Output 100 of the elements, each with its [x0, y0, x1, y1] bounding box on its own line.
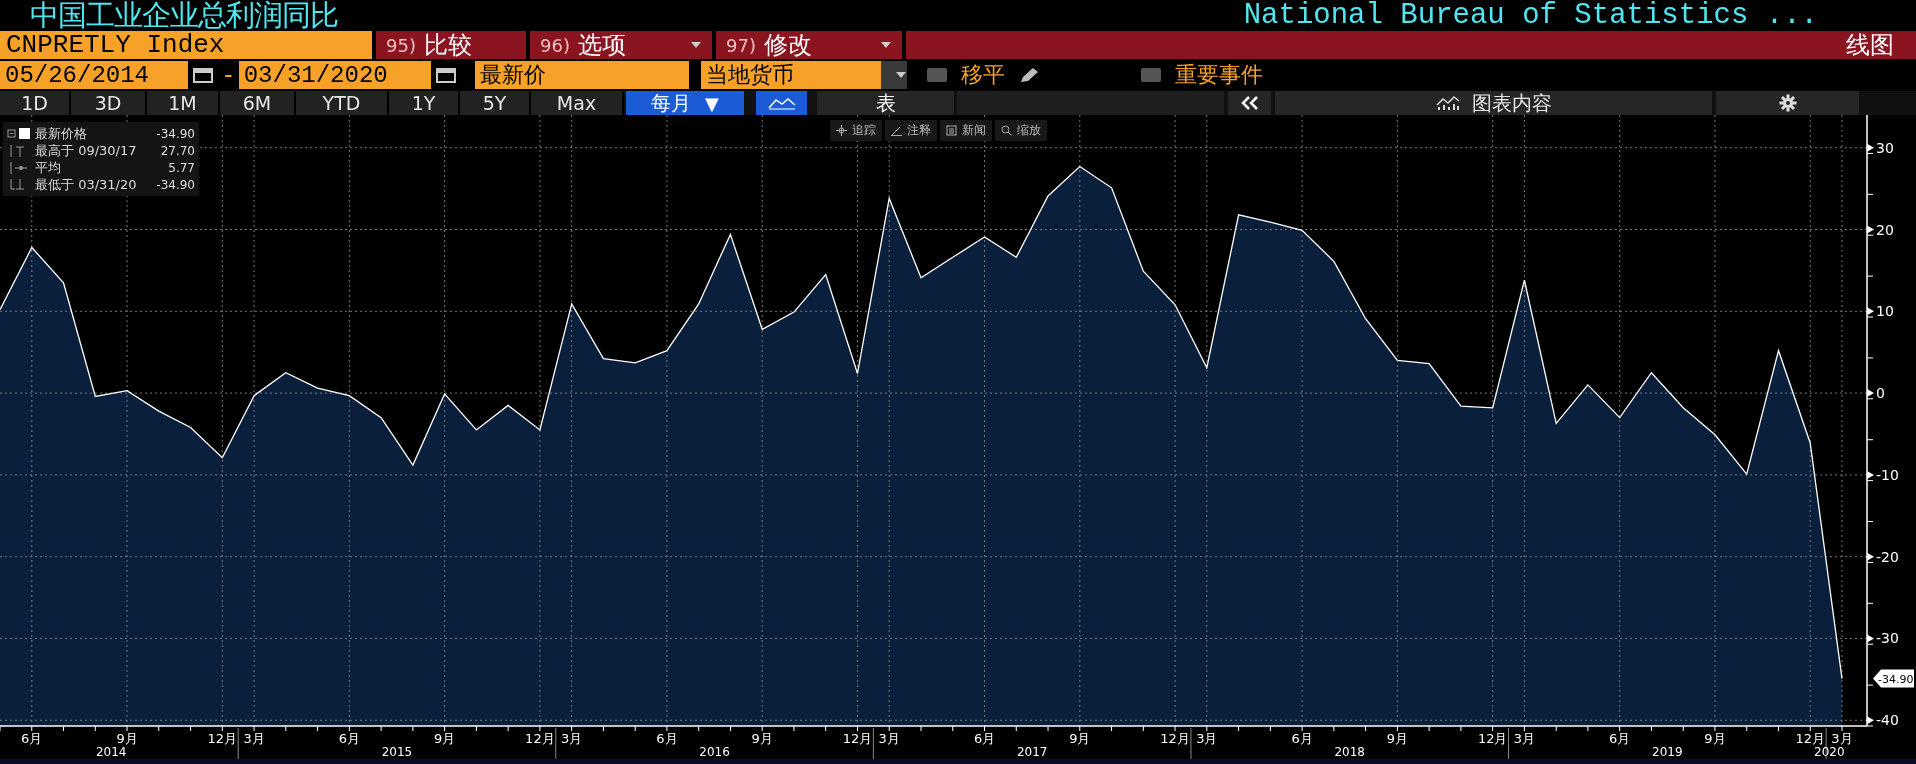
- option-label: 移平: [960, 61, 1005, 89]
- legend-value: -34.90: [156, 126, 195, 141]
- settings-button[interactable]: [1716, 91, 1859, 115]
- year-label: 2020: [1814, 745, 1845, 759]
- range-tab[interactable]: 5Y: [460, 91, 531, 115]
- chart-icon: [1435, 95, 1460, 111]
- current-value-badge: -34.90: [1873, 669, 1914, 688]
- legend-value: 5.77: [168, 160, 195, 175]
- x-tick-label: 9月: [116, 731, 138, 746]
- line-chart-button[interactable]: [756, 91, 807, 115]
- y-tick-label: 0: [1876, 385, 1885, 402]
- year-label: 2015: [381, 745, 413, 759]
- source-label: National Bureau of Statistics ...: [1243, 0, 1818, 32]
- y-tick-label: 10: [1867, 303, 1894, 320]
- currency-field[interactable]: 当地货币: [700, 61, 881, 89]
- x-tick-label: 3月: [1831, 731, 1853, 746]
- range-tab[interactable]: 3D: [71, 91, 147, 115]
- y-tick-label: 30: [1867, 139, 1894, 156]
- caret-icon: [894, 71, 907, 79]
- collapse-button[interactable]: [1228, 91, 1271, 115]
- ticker-field[interactable]: CNPRETLY Index: [0, 31, 372, 59]
- legend-value: -34.90: [156, 177, 195, 192]
- period-dropdown[interactable]: 每月 ▼: [626, 91, 744, 115]
- x-tick-label: 12月: [1477, 731, 1508, 746]
- legend-label: 平均: [35, 158, 61, 177]
- range-tab[interactable]: 1D: [0, 91, 71, 115]
- chart-contents-button[interactable]: 图表内容: [1275, 91, 1712, 115]
- checkbox[interactable]: [926, 68, 947, 82]
- x-tick-label: 3月: [1513, 731, 1536, 746]
- menu-button[interactable]: 97) 修改: [716, 31, 902, 59]
- x-tick-label: 9月: [434, 731, 456, 746]
- chart-tool-button[interactable]: 追踪: [830, 120, 882, 141]
- year-label: 2018: [1334, 745, 1365, 759]
- y-tick-label: 20: [1867, 221, 1894, 238]
- x-tick-label: 6月: [656, 731, 678, 746]
- double-chevron-icon: [1239, 96, 1260, 110]
- x-tick-label: 6月: [973, 731, 996, 746]
- x-tick-label: 12月: [1795, 731, 1825, 746]
- menu-button[interactable]: 95) 比较: [376, 31, 526, 59]
- y-tick-label: 10: [1876, 303, 1894, 320]
- chart-tool-button[interactable]: 缩放: [995, 120, 1047, 141]
- y-tick-label: -10: [1867, 466, 1899, 483]
- year-label: 2017: [1016, 745, 1048, 759]
- x-tick-label: 3月: [878, 731, 900, 746]
- caret-icon: [690, 41, 702, 49]
- x-tick-label: 6月: [1291, 731, 1313, 746]
- line-chart-icon: [767, 96, 796, 110]
- x-tick-label: 9月: [751, 731, 773, 746]
- range-tab[interactable]: YTD: [296, 91, 389, 115]
- currency-dropdown[interactable]: [880, 61, 907, 89]
- y-tick-label: 20: [1876, 221, 1894, 238]
- x-tick-label: 6月: [1609, 731, 1631, 746]
- price-field[interactable]: 最新价: [474, 61, 689, 89]
- chart-tool-button[interactable]: 注释: [885, 120, 937, 141]
- series-swatch-icon: [7, 127, 31, 140]
- x-tick-label: 12月: [525, 731, 555, 746]
- calendar-icon[interactable]: [434, 66, 457, 84]
- news-icon: [946, 125, 957, 136]
- table-button[interactable]: 表: [817, 91, 954, 115]
- x-tick-label: 9月: [1704, 731, 1726, 746]
- range-tab[interactable]: 1M: [147, 91, 220, 115]
- y-tick-label: -40: [1876, 712, 1899, 729]
- year-label: 2016: [699, 745, 730, 759]
- date-separator: -: [223, 61, 234, 89]
- y-tick-label: -10: [1876, 466, 1899, 483]
- x-tick-label: 9月: [1069, 731, 1091, 746]
- x-tick-label: 6月: [21, 731, 43, 746]
- calendar-icon[interactable]: [192, 66, 214, 84]
- end-date-field[interactable]: 03/31/2020: [238, 61, 431, 89]
- menu-button[interactable]: 96) 选项: [530, 31, 712, 59]
- year-label: 2019: [1652, 745, 1683, 759]
- range-tab[interactable]: Max: [531, 91, 624, 115]
- x-tick-label: 3月: [1196, 731, 1218, 746]
- x-tick-label: 6月: [338, 731, 360, 746]
- y-tick-label: -20: [1867, 548, 1899, 565]
- y-tick-label: -30: [1867, 630, 1899, 647]
- x-tick-label: 12月: [842, 731, 873, 746]
- range-tab[interactable]: 1Y: [389, 91, 460, 115]
- x-tick-label: 3月: [561, 731, 583, 746]
- y-tick-label: -20: [1876, 548, 1899, 565]
- chart-tool-button[interactable]: 新闻: [940, 120, 992, 141]
- x-tick-label: 12月: [207, 731, 238, 746]
- legend-label: 最新价格: [35, 124, 87, 143]
- x-tick-label: 3月: [243, 731, 265, 746]
- y-tick-label: 0: [1867, 385, 1885, 402]
- legend-value: 27.70: [160, 143, 195, 158]
- y-tick-label: -30: [1876, 630, 1899, 647]
- search-icon: [1001, 125, 1012, 136]
- start-date-field[interactable]: 05/26/2014: [0, 61, 188, 89]
- settings-icon: [1778, 94, 1797, 112]
- x-tick-label: 9月: [1386, 731, 1408, 746]
- year-label: 2014: [95, 745, 127, 759]
- y-tick-label: 30: [1876, 139, 1894, 156]
- view-label: 线图: [1846, 30, 1894, 61]
- checkbox[interactable]: [1140, 68, 1161, 82]
- crosshair-icon: [836, 125, 847, 136]
- chart-title: 中国工业企业总利润同比: [30, 0, 338, 31]
- legend-label: 最高于 09/30/17: [35, 141, 137, 160]
- range-tab[interactable]: 6M: [220, 91, 296, 115]
- legend-label: 最低于 03/31/20: [35, 175, 137, 194]
